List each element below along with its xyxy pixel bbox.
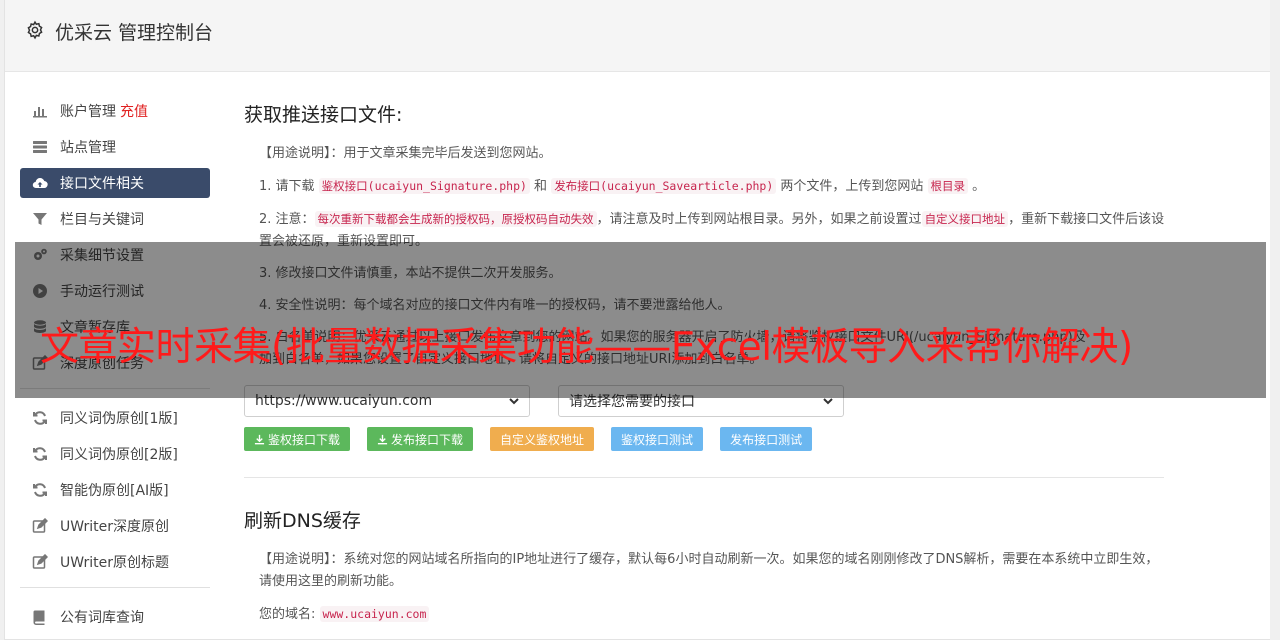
bar-chart-icon [32,103,48,119]
edit-icon [32,554,48,570]
sidebar-item-columns-keywords[interactable]: 栏目与关键词 [20,204,210,234]
sidebar-item-uwriter-title[interactable]: UWriter原创标题 [20,547,210,577]
cloud-upload-icon [32,175,48,191]
step-1: 1. 请下载 鉴权接口(ucaiyun_Signature.php) 和 发布接… [259,175,1168,198]
button-label: 发布接口下载 [391,432,464,447]
sidebar-item-label: 账户管理 [60,104,116,120]
section-title-api-files: 获取推送接口文件: [244,104,403,126]
button-label: 鉴权接口下载 [268,432,341,447]
test-signature-button[interactable]: 鉴权接口测试 [611,427,704,451]
download-signature-button[interactable]: 鉴权接口下载 [244,427,351,451]
server-icon [32,139,48,155]
download-publish-button[interactable]: 发布接口下载 [367,427,474,451]
sidebar-item-sites[interactable]: 站点管理 [20,132,210,162]
sidebar-item-label: 栏目与关键词 [60,212,144,228]
sidebar-item-label: 同义词伪原创[2版] [60,447,178,463]
custom-api-code: 自定义接口地址 [921,211,1009,227]
sidebar-item-synonym-v1[interactable]: 同义词伪原创[1版] [20,403,210,433]
text: 和 [529,179,552,194]
button-label: 发布接口测试 [730,432,803,447]
warning-code: 每次重新下载都会生成新的授权码，原授权码自动失效 [314,211,597,227]
dns-usage-text: 【用途说明】：系统对您的网站域名所指向的IP地址进行了缓存，默认每6小时自动刷新… [259,552,1159,589]
gear-icon [27,20,43,40]
sidebar-item-label: 公有词库查询 [60,610,144,626]
edit-icon [32,518,48,534]
refresh-icon [32,482,48,498]
usage-text: 【用途说明】：用于文章采集完毕后发送到您网站。 [259,146,552,161]
sidebar-item-synonym-v2[interactable]: 同义词伪原创[2版] [20,439,210,469]
sidebar-item-public-lexicon[interactable]: 公有词库查询 [20,602,210,632]
sidebar-divider [20,587,210,588]
book-icon [32,609,48,625]
sidebar-item-label: UWriter深度原创 [60,519,169,535]
filter-icon [32,211,48,227]
button-row: 鉴权接口下载 发布接口下载 自定义鉴权地址 鉴权接口测试 发布接口测试 [244,427,1168,451]
sidebar-item-label: 智能伪原创[AI版] [60,483,169,499]
scrollbar[interactable] [1270,0,1280,640]
button-label: 自定义鉴权地址 [500,432,585,447]
section-title-dns: 刷新DNS缓存 [244,510,361,532]
domain-value: www.ucaiyun.com [319,606,430,622]
sidebar-item-label: UWriter原创标题 [60,555,169,571]
sidebar-item-label: 站点管理 [60,140,116,156]
download-icon [377,434,388,444]
sidebar-item-api-files[interactable]: 接口文件相关 [20,168,210,198]
banner-overlay [15,242,1266,398]
sidebar-item-uwriter-deep[interactable]: UWriter深度原创 [20,511,210,541]
banner-overlay-text: 文章实时采集(批量数据采集功能——Excel模板导入来帮你解决) [40,325,1133,370]
savearticle-file-code: 发布接口(ucaiyun_Savearticle.php) [551,178,777,194]
root-dir-code: 根目录 [927,178,969,194]
recharge-link[interactable]: 充值 [120,101,148,121]
button-label: 鉴权接口测试 [621,432,694,447]
custom-auth-button[interactable]: 自定义鉴权地址 [490,427,595,451]
test-publish-button[interactable]: 发布接口测试 [720,427,813,451]
domain-row: 您的域名: www.ucaiyun.com [259,603,1168,626]
header: 优采云 管理控制台 [5,0,1273,72]
sidebar-item-account[interactable]: 账户管理 充值 [20,96,210,126]
refresh-icon [32,410,48,426]
text: 。 [968,179,986,194]
download-icon [254,434,265,444]
page-title: 优采云 管理控制台 [55,22,214,44]
text: 2. 注意： [259,212,315,227]
signature-file-code: 鉴权接口(ucaiyun_Signature.php) [318,178,530,194]
text: 两个文件，上传到您网站 [776,179,928,194]
domain-label: 您的域名: [259,607,316,622]
sidebar-item-ai-original[interactable]: 智能伪原创[AI版] [20,475,210,505]
text: ，请注意及时上传到网站根目录。另外，如果之前设置过 [596,212,922,227]
sidebar-item-label: 接口文件相关 [60,176,144,192]
refresh-icon [32,446,48,462]
sidebar-item-label: 同义词伪原创[1版] [60,411,178,427]
text: 1. 请下载 [259,179,319,194]
section-divider [244,477,1164,478]
